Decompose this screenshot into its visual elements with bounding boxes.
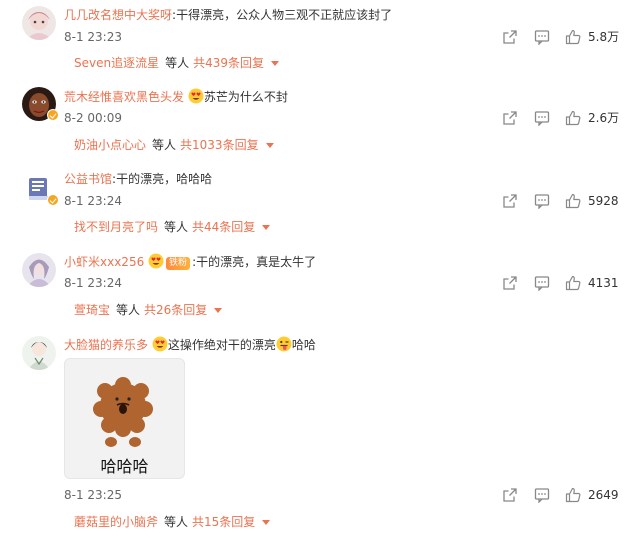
- tongue-out-emoji: [276, 336, 292, 352]
- username-link[interactable]: 大脸猫的养乐多: [64, 338, 148, 352]
- total-replies-link[interactable]: 共44条回复: [192, 220, 255, 234]
- reply-user-link[interactable]: Seven追逐流星: [74, 56, 159, 70]
- share-icon[interactable]: [502, 110, 518, 129]
- comment-icon[interactable]: [534, 275, 550, 294]
- share-icon[interactable]: [502, 487, 518, 506]
- username-link[interactable]: 几几改名想中大奖呀: [64, 8, 172, 22]
- like-count: 5.8万: [588, 30, 620, 44]
- like-icon[interactable]: [565, 29, 581, 48]
- caret-down-icon[interactable]: [214, 308, 223, 313]
- caret-down-icon[interactable]: [271, 61, 280, 66]
- comment-icon[interactable]: [534, 29, 550, 48]
- comment-text-line: 荒木经惟喜欢黑色头发 苏芒为什么不封: [64, 88, 288, 105]
- comment-text: 干的漂亮，真是太牛了: [196, 255, 317, 269]
- caret-down-icon[interactable]: [262, 225, 271, 230]
- replies-summary[interactable]: 蘑菇里的小脑斧 等人 共15条回复: [74, 514, 271, 530]
- comment-actions: 4131: [500, 275, 630, 294]
- comment-time: 8-1 23:24: [64, 276, 122, 290]
- total-replies-link[interactable]: 共15条回复: [192, 515, 255, 529]
- like-count: 5928: [588, 194, 619, 208]
- comment-text: 苏芒为什么不封: [203, 90, 288, 104]
- share-icon[interactable]: [502, 275, 518, 294]
- total-replies-link[interactable]: 共439条回复: [193, 56, 264, 70]
- reply-user-link[interactable]: 萱琦宝: [74, 303, 110, 317]
- brown-bear-sticker: [93, 377, 153, 447]
- caret-down-icon[interactable]: [265, 143, 274, 148]
- comment-time: 8-1 23:25: [64, 488, 122, 502]
- heart-eyes-emoji: [188, 88, 204, 104]
- comment-text: 干得漂亮，公众人物三观不正就应该封了: [176, 8, 393, 22]
- like-icon[interactable]: [565, 193, 581, 212]
- heart-eyes-emoji: [152, 336, 168, 352]
- verified-icon: [47, 194, 59, 206]
- total-replies-link[interactable]: 共1033条回复: [180, 138, 259, 152]
- like-count: 4131: [588, 276, 619, 290]
- comment-text-line: 几几改名想中大奖呀:干得漂亮，公众人物三观不正就应该封了: [64, 8, 393, 22]
- username-link[interactable]: 小虾米xxx256: [64, 255, 144, 269]
- share-icon[interactable]: [502, 193, 518, 212]
- replies-summary[interactable]: 奶油小点心心 等人 共1033条回复: [74, 137, 274, 153]
- comment-icon[interactable]: [534, 110, 550, 129]
- verified-icon: [47, 109, 59, 121]
- reply-user-link[interactable]: 蘑菇里的小脑斧: [74, 515, 158, 529]
- share-icon[interactable]: [502, 29, 518, 48]
- avatar[interactable]: [22, 6, 56, 40]
- comment-actions: 2.6万: [500, 110, 630, 129]
- comment-text-suffix: 哈哈: [291, 338, 316, 352]
- like-icon[interactable]: [565, 275, 581, 294]
- replies-summary[interactable]: 萱琦宝 等人 共26条回复: [74, 302, 223, 318]
- comment-time: 8-1 23:24: [64, 194, 122, 208]
- comment-actions: 5.8万: [500, 29, 630, 48]
- comment-icon[interactable]: [534, 193, 550, 212]
- caret-down-icon[interactable]: [262, 520, 271, 525]
- username-link[interactable]: 公益书馆: [64, 172, 112, 186]
- comment-text-line: 小虾米xxx256 铁粉:干的漂亮，真是太牛了: [64, 253, 317, 270]
- like-icon[interactable]: [565, 487, 581, 506]
- replies-summary[interactable]: Seven追逐流星 等人 共439条回复: [74, 55, 280, 71]
- reply-user-link[interactable]: 找不到月亮了吗: [74, 220, 158, 234]
- avatar[interactable]: [22, 253, 56, 287]
- comment-actions: 2649: [500, 487, 630, 506]
- comment-time: 8-2 00:09: [64, 111, 122, 125]
- fan-badge: 铁粉: [166, 257, 191, 270]
- reply-user-link[interactable]: 奶油小点心心: [74, 138, 146, 152]
- heart-eyes-emoji: [148, 253, 164, 269]
- like-icon[interactable]: [565, 110, 581, 129]
- comment-actions: 5928: [500, 193, 630, 212]
- total-replies-link[interactable]: 共26条回复: [144, 303, 207, 317]
- sticker-caption: 哈哈哈: [100, 457, 149, 476]
- username-link[interactable]: 荒木经惟喜欢黑色头发: [64, 90, 184, 104]
- like-count: 2.6万: [588, 111, 620, 125]
- comment-text: 这操作绝对干的漂亮: [167, 338, 276, 352]
- like-count: 2649: [588, 488, 619, 502]
- comment-icon[interactable]: [534, 487, 550, 506]
- avatar[interactable]: [22, 336, 56, 370]
- comment-text: 干的漂亮，哈哈哈: [116, 172, 213, 186]
- replies-summary[interactable]: 找不到月亮了吗 等人 共44条回复: [74, 219, 271, 235]
- sticker-image[interactable]: 哈哈哈: [64, 358, 185, 479]
- comment-text-line: 公益书馆:干的漂亮，哈哈哈: [64, 172, 213, 186]
- comment-text-line: 大脸猫的养乐多 这操作绝对干的漂亮 哈哈: [64, 336, 316, 353]
- comment-time: 8-1 23:23: [64, 30, 122, 44]
